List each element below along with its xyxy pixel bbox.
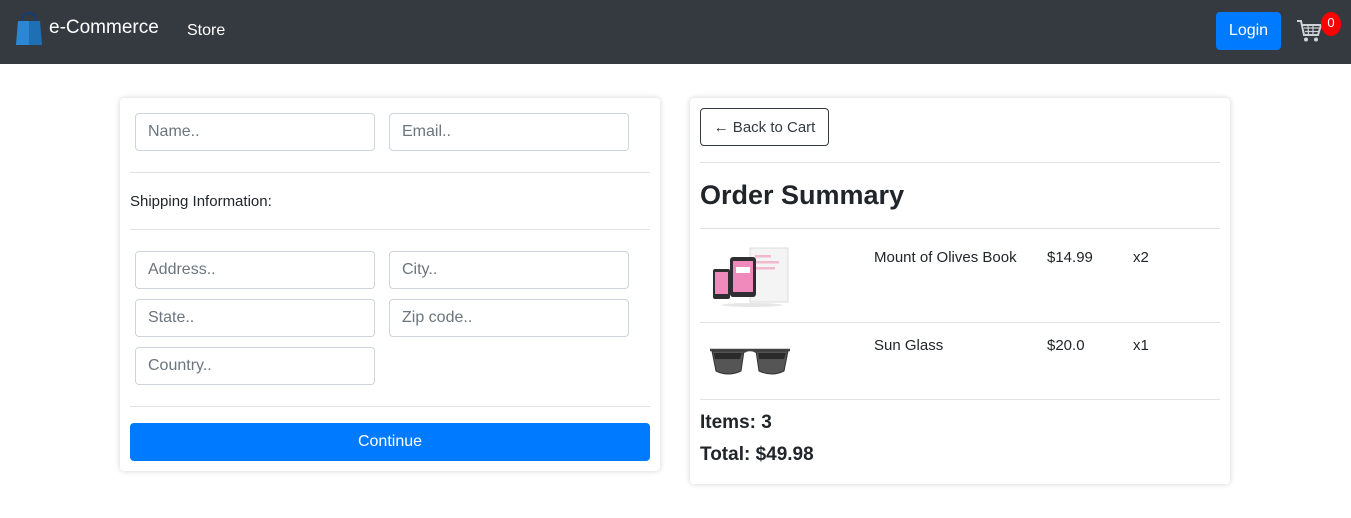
continue-button[interactable]: Continue xyxy=(130,423,650,461)
divider xyxy=(700,399,1220,400)
nav-link-store[interactable]: Store xyxy=(187,22,225,40)
order-summary-card: ← Back to Cart Order Summary Mount of Ol… xyxy=(690,98,1230,484)
items-count: Items: 3 xyxy=(700,412,772,433)
divider xyxy=(700,162,1220,163)
sunglasses-image xyxy=(710,348,790,375)
item-name: Mount of Olives Book xyxy=(874,249,1017,266)
email-input[interactable] xyxy=(389,113,629,151)
cart-count-badge: 0 xyxy=(1321,12,1341,36)
country-input[interactable] xyxy=(135,347,375,385)
item-quantity: x1 xyxy=(1133,337,1149,354)
order-total: Total: $49.98 xyxy=(700,444,814,465)
login-button[interactable]: Login xyxy=(1216,12,1281,50)
shopping-bag-icon[interactable] xyxy=(16,11,42,45)
checkout-form-card: Shipping Information: Continue xyxy=(120,98,660,471)
book-tablet-image xyxy=(713,247,789,307)
divider xyxy=(700,322,1220,323)
item-quantity: x2 xyxy=(1133,249,1149,266)
shopping-cart-icon[interactable] xyxy=(1296,19,1322,43)
address-input[interactable] xyxy=(135,251,375,289)
divider xyxy=(700,228,1220,229)
order-summary-title: Order Summary xyxy=(700,180,905,210)
item-price: $14.99 xyxy=(1047,249,1093,266)
state-input[interactable] xyxy=(135,299,375,337)
divider xyxy=(130,229,650,230)
back-to-cart-button[interactable]: ← Back to Cart xyxy=(700,108,829,146)
item-name: Sun Glass xyxy=(874,337,944,354)
shipping-info-heading: Shipping Information: xyxy=(130,193,272,210)
city-input[interactable] xyxy=(389,251,629,289)
divider xyxy=(130,406,650,407)
navbar: e-Commerce Store Login 0 xyxy=(0,0,1351,64)
divider xyxy=(130,172,650,173)
name-input[interactable] xyxy=(135,113,375,151)
zip-code-input[interactable] xyxy=(389,299,629,337)
brand-name[interactable]: e-Commerce xyxy=(49,17,159,39)
item-price: $20.0 xyxy=(1047,337,1085,354)
